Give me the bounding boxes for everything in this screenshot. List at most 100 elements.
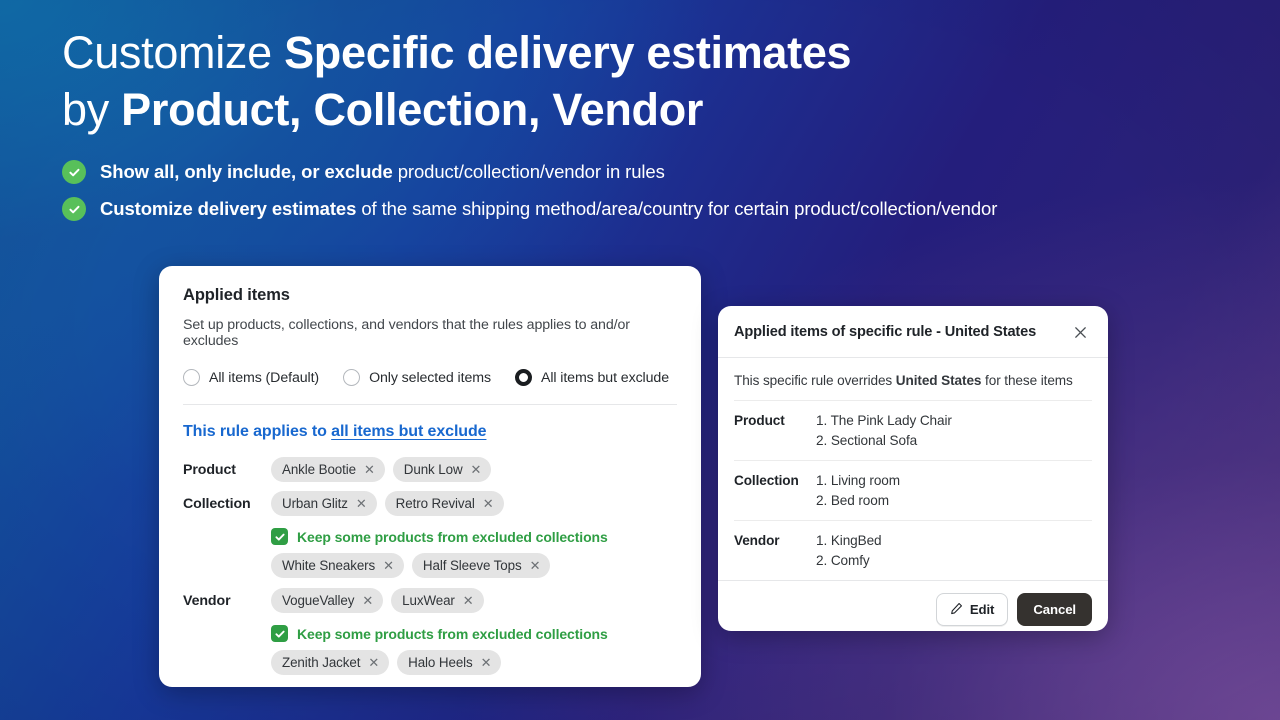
bullet-1-rest: product/collection/vendor in rules	[392, 161, 665, 182]
modal-row-collection: Collection 1. Living room 2. Bed room	[734, 460, 1092, 520]
close-icon[interactable]: ✕	[383, 559, 394, 572]
field-row-vendor-keep: Keep some products from excluded collect…	[183, 622, 677, 675]
chip-item[interactable]: Ankle Bootie ✕	[271, 457, 385, 482]
chip-label: LuxWear	[402, 593, 455, 608]
cancel-button-label: Cancel	[1033, 602, 1076, 617]
keep-chip-list: White Sneakers ✕ Half Sleeve Tops ✕	[271, 553, 677, 578]
page-root: Customize Specific delivery estimates by…	[0, 0, 1280, 720]
title-line2-bold: Product, Collection, Vendor	[121, 84, 704, 135]
rule-applies-to-link[interactable]: This rule applies to all items but exclu…	[183, 423, 487, 441]
chip-item[interactable]: Halo Heels ✕	[397, 650, 502, 675]
chip-label: Halo Heels	[408, 655, 473, 670]
page-title-line2: by Product, Collection, Vendor	[62, 81, 1222, 138]
close-icon[interactable]: ✕	[471, 463, 482, 476]
rule-link-target: all items but exclude	[331, 423, 487, 440]
chip-item[interactable]: Urban Glitz ✕	[271, 491, 377, 516]
card-divider	[183, 404, 677, 405]
chip-item[interactable]: VogueValley ✕	[271, 588, 384, 613]
chip-item[interactable]: LuxWear ✕	[391, 588, 484, 613]
radio-all-items-default[interactable]: All items (Default)	[183, 369, 319, 386]
field-row-collection-keep: Keep some products from excluded collect…	[183, 525, 677, 578]
applied-items-field-rows: Product Ankle Bootie ✕ Dunk Low ✕ Collecti…	[183, 457, 677, 675]
close-icon[interactable]: ✕	[463, 594, 474, 607]
close-icon[interactable]: ✕	[364, 463, 375, 476]
check-circle-icon	[62, 160, 86, 184]
modal-desc-suffix: for these items	[981, 373, 1073, 388]
checkbox-checked-icon	[271, 625, 288, 642]
radio-only-selected-items[interactable]: Only selected items	[343, 369, 491, 386]
modal-title: Applied items of specific rule - United …	[734, 324, 1037, 340]
list-item: 2. Comfy	[816, 552, 870, 568]
field-row-collection: Collection Urban Glitz ✕ Retro Revival ✕	[183, 491, 677, 517]
close-icon[interactable]: ✕	[356, 497, 367, 510]
modal-header: Applied items of specific rule - United …	[718, 306, 1108, 358]
modal-footer: Edit Cancel	[718, 580, 1108, 631]
hero-section: Customize Specific delivery estimates by…	[62, 24, 1222, 234]
radio-label: All items but exclude	[540, 369, 669, 386]
close-icon[interactable]: ✕	[362, 594, 373, 607]
close-icon[interactable]: ✕	[368, 656, 379, 669]
chip-label: White Sneakers	[282, 558, 376, 573]
list-item: 1. Living room	[816, 473, 900, 488]
title-line2-normal: by	[62, 84, 122, 135]
close-icon[interactable]: ✕	[530, 559, 541, 572]
feature-bullet: Customize delivery estimates of the same…	[62, 197, 1222, 221]
bullet-2-rest: of the same shipping method/area/country…	[356, 198, 998, 219]
chip-item[interactable]: Retro Revival ✕	[384, 491, 504, 516]
keep-block: Keep some products from excluded collect…	[271, 525, 677, 578]
radio-all-items-but-exclude[interactable]: All items but exclude	[514, 369, 669, 386]
list-item: 2. Bed room	[816, 492, 889, 508]
applied-items-radio-group: All items (Default) Only selected items …	[183, 369, 677, 386]
close-icon[interactable]	[1069, 321, 1091, 343]
modal-row-label: Vendor	[734, 533, 780, 548]
title-line1-bold: Specific delivery estimates	[284, 27, 852, 78]
modal-desc-bold: United States	[895, 373, 982, 388]
chip-label: VogueValley	[282, 593, 355, 608]
applied-items-title: Applied items	[183, 286, 290, 304]
radio-indicator-selected	[514, 369, 532, 386]
keep-products-checkbox-collection[interactable]: Keep some products from excluded collect…	[271, 525, 677, 548]
chip-label: Retro Revival	[395, 496, 475, 511]
field-label: Collection	[183, 496, 251, 512]
bullet-1-bold: Show all, only include, or exclude	[100, 161, 393, 182]
modal-row-label: Product	[734, 413, 785, 428]
chip-item[interactable]: Dunk Low ✕	[392, 457, 492, 482]
chip-label: Half Sleeve Tops	[422, 558, 522, 573]
modal-desc-prefix: This specific rule overrides	[734, 373, 896, 388]
applied-items-subtitle: Set up products, collections, and vendor…	[183, 317, 630, 349]
bullet-2-bold: Customize delivery estimates	[100, 198, 357, 219]
modal-row-vendor: Vendor 1. KingBed 2. Comfy	[734, 520, 1092, 580]
field-chip-list: Urban Glitz ✕ Retro Revival ✕	[271, 491, 677, 516]
radio-label: All items (Default)	[209, 369, 320, 386]
keep-chip-list: Zenith Jacket ✕ Halo Heels ✕	[271, 650, 677, 675]
keep-products-label: Keep some products from excluded collect…	[297, 625, 608, 642]
specific-rule-modal: Applied items of specific rule - United …	[718, 306, 1108, 631]
edit-button[interactable]: Edit	[935, 593, 1009, 626]
close-icon[interactable]: ✕	[481, 656, 492, 669]
feature-bullet-text: Show all, only include, or exclude produ…	[100, 160, 665, 184]
chip-label: Zenith Jacket	[282, 655, 361, 670]
cancel-button[interactable]: Cancel	[1017, 593, 1092, 626]
checkbox-checked-icon	[271, 528, 288, 545]
applied-items-card: Applied items Set up products, collectio…	[159, 266, 701, 687]
modal-row-items: 1. The Pink Lady Chair 2. Sectional Sofa	[816, 411, 1092, 450]
modal-row-product: Product 1. The Pink Lady Chair 2. Sectio…	[734, 400, 1092, 460]
feature-bullet-text: Customize delivery estimates of the same…	[100, 197, 997, 221]
feature-bullet: Show all, only include, or exclude produ…	[62, 160, 1222, 184]
field-row-product: Product Ankle Bootie ✕ Dunk Low ✕	[183, 457, 677, 483]
chip-item[interactable]: White Sneakers ✕	[271, 553, 404, 578]
field-row-vendor: Vendor VogueValley ✕ LuxWear ✕	[183, 588, 677, 614]
field-chip-list: Ankle Bootie ✕ Dunk Low ✕	[271, 457, 677, 482]
field-label: Product	[183, 462, 236, 478]
pencil-icon	[950, 602, 963, 618]
radio-indicator	[343, 369, 361, 386]
radio-indicator	[183, 369, 200, 386]
edit-button-label: Edit	[969, 602, 995, 617]
chip-item[interactable]: Zenith Jacket ✕	[271, 650, 390, 675]
keep-products-checkbox-vendor[interactable]: Keep some products from excluded collect…	[271, 622, 677, 645]
chip-label: Dunk Low	[403, 462, 463, 477]
field-chip-list: VogueValley ✕ LuxWear ✕	[271, 588, 677, 613]
modal-description: This specific rule overrides United Stat…	[734, 373, 1092, 388]
chip-item[interactable]: Half Sleeve Tops ✕	[411, 553, 551, 578]
close-icon[interactable]: ✕	[483, 497, 494, 510]
